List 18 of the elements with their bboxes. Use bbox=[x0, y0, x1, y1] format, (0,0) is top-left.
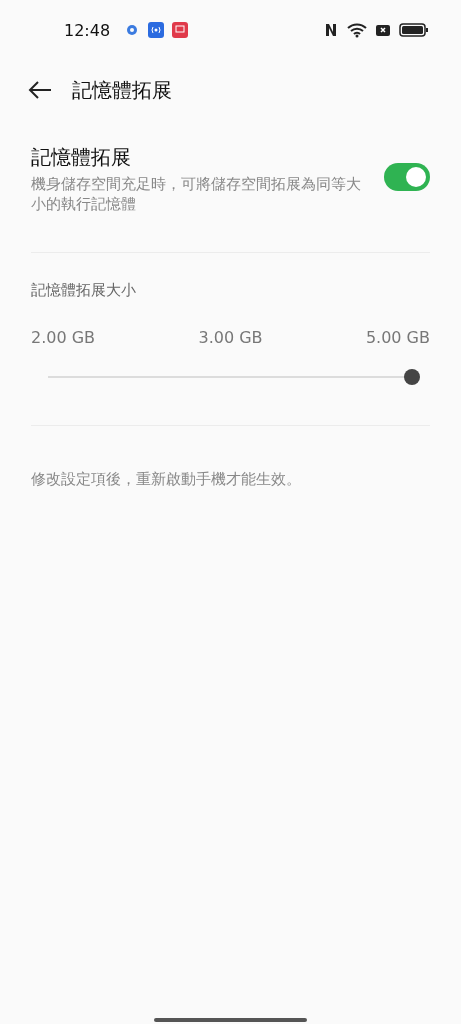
size-option: 3.00 GB bbox=[198, 328, 263, 347]
battery-icon bbox=[399, 22, 429, 38]
slider-thumb[interactable] bbox=[404, 369, 420, 385]
wifi-icon bbox=[347, 22, 367, 38]
size-option: 2.00 GB bbox=[31, 328, 96, 347]
size-option: 5.00 GB bbox=[365, 328, 430, 347]
broadcast-icon bbox=[148, 22, 165, 38]
page-title: 記憶體拓展 bbox=[72, 76, 172, 104]
size-label: 記憶體拓展大小 bbox=[31, 281, 137, 300]
nfc-icon bbox=[323, 22, 339, 38]
setting-title: 記憶體拓展 bbox=[31, 144, 132, 171]
back-icon[interactable] bbox=[28, 80, 52, 100]
setting-description: 機身儲存空間充足時，可將儲存空間拓展為同等大小的執行記憶體 bbox=[31, 175, 361, 214]
toggle-switch[interactable] bbox=[384, 163, 430, 191]
no-sim-icon bbox=[375, 22, 391, 38]
app-icon bbox=[172, 22, 189, 38]
status-time: 12:48 bbox=[64, 20, 111, 40]
restart-note: 修改設定項後，重新啟動手機才能生效。 bbox=[31, 470, 302, 489]
